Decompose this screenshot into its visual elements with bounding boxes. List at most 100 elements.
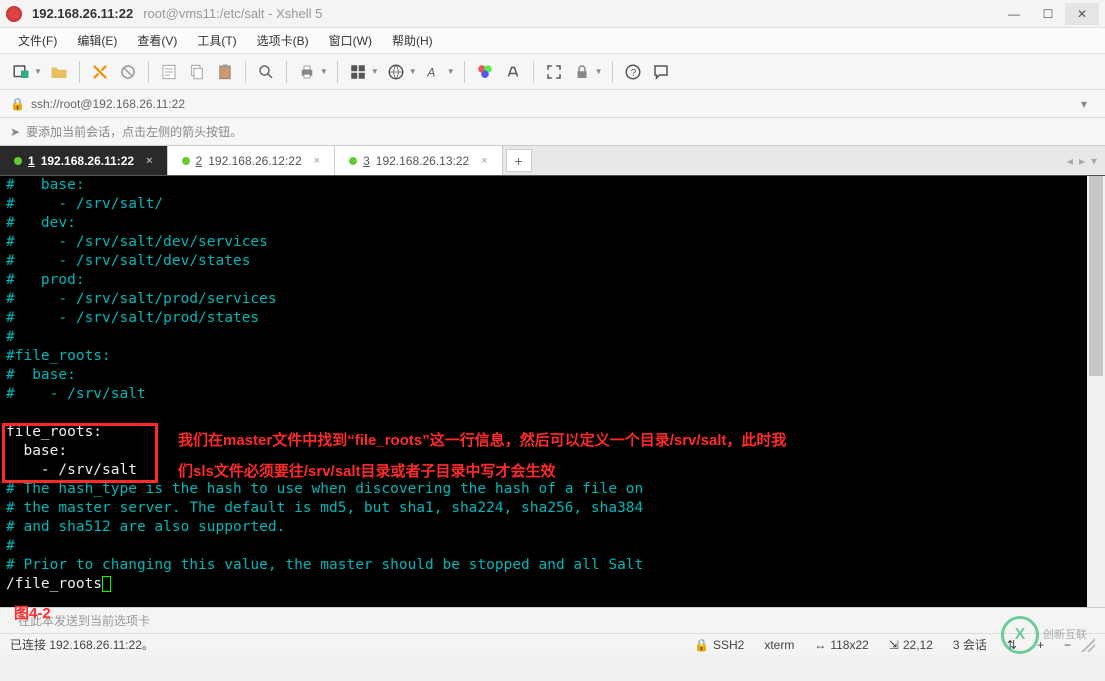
terminal-panel[interactable]: # base:# - /srv/salt/# dev:# - /srv/salt…: [0, 176, 1105, 607]
color-scheme-icon[interactable]: [474, 61, 496, 83]
address-text[interactable]: ssh://root@192.168.26.11:22: [31, 97, 1073, 111]
highlight-icon[interactable]: [502, 61, 524, 83]
terminal-line: # The hash_type is the hash to use when …: [6, 480, 1099, 499]
menu-view[interactable]: 查看(V): [129, 29, 185, 52]
menu-window[interactable]: 窗口(W): [321, 29, 380, 52]
lock-icon[interactable]: [571, 61, 593, 83]
separator: [533, 61, 534, 83]
tab-next-icon[interactable]: ▸: [1079, 154, 1085, 168]
add-tab-button[interactable]: +: [506, 149, 532, 172]
status-dot-icon: [14, 157, 22, 165]
menu-edit[interactable]: 编辑(E): [69, 29, 125, 52]
tab-1[interactable]: 1 192.168.26.11:22 ×: [0, 146, 168, 175]
terminal-line: # - /srv/salt: [6, 385, 1099, 404]
terminal-line: # - /srv/salt/dev/states: [6, 252, 1099, 271]
status-size: ↔118x22: [814, 638, 868, 652]
tab-close-icon[interactable]: ×: [481, 155, 487, 167]
properties-icon[interactable]: [158, 61, 180, 83]
separator: [148, 61, 149, 83]
status-dot-icon: [182, 157, 190, 165]
terminal-search-line: /file_roots: [6, 575, 1099, 594]
separator: [464, 61, 465, 83]
separator: [612, 61, 613, 83]
tab-label: 192.168.26.12:22: [208, 154, 301, 168]
menu-tabs[interactable]: 选项卡(B): [249, 29, 317, 52]
feedback-icon[interactable]: [650, 61, 672, 83]
minimize-button[interactable]: —: [997, 3, 1031, 25]
terminal-scrollbar[interactable]: [1087, 176, 1105, 607]
lock-tiny-icon: 🔒: [694, 638, 709, 652]
help-icon[interactable]: ?: [622, 61, 644, 83]
tab-nav: ◂ ▸ ▾: [1059, 146, 1105, 175]
terminal-line: # - /srv/salt/dev/services: [6, 233, 1099, 252]
status-protocol: 🔒SSH2: [694, 638, 744, 652]
svg-text:A: A: [426, 65, 435, 79]
figure-label: 图4-2: [14, 602, 51, 623]
status-term-type: xterm: [764, 638, 794, 652]
status-cursor: ⇲22,12: [889, 638, 933, 652]
terminal-line: # prod:: [6, 271, 1099, 290]
tab-bar: 1 192.168.26.11:22 × 2 192.168.26.12:22 …: [0, 146, 1105, 176]
annotation-line-1: 我们在master文件中找到“file_roots”这一行信息，然后可以定义一个…: [178, 431, 786, 450]
address-bar: 🔒 ssh://root@192.168.26.11:22 ▾: [0, 90, 1105, 118]
font-icon[interactable]: A: [423, 61, 445, 83]
terminal-line: # dev:: [6, 214, 1099, 233]
menu-file[interactable]: 文件(F): [10, 29, 65, 52]
tab-3[interactable]: 3 192.168.26.13:22 ×: [335, 146, 503, 175]
status-sessions: 3 会话: [953, 636, 987, 653]
tab-menu-icon[interactable]: ▾: [1091, 154, 1097, 168]
window-title-sub: root@vms11:/etc/salt - Xshell 5: [143, 6, 322, 21]
encoding-icon[interactable]: [385, 61, 407, 83]
close-button[interactable]: ✕: [1065, 3, 1099, 25]
copy-icon[interactable]: [186, 61, 208, 83]
terminal-line: # Prior to changing this value, the mast…: [6, 556, 1099, 575]
tab-number: 3: [363, 154, 370, 168]
terminal-line: [6, 404, 1099, 423]
maximize-button[interactable]: ☐: [1031, 3, 1065, 25]
watermark: X 创新互联: [1001, 613, 1101, 657]
print-icon[interactable]: [296, 61, 318, 83]
tab-prev-icon[interactable]: ◂: [1067, 154, 1073, 168]
terminal-line: # base:: [6, 176, 1099, 195]
terminal-line: #: [6, 537, 1099, 556]
hint-bar: ➤ 要添加当前会话，点击左侧的箭头按钮。: [0, 118, 1105, 146]
tab-2[interactable]: 2 192.168.26.12:22 ×: [168, 146, 336, 175]
tab-label: 192.168.26.13:22: [376, 154, 469, 168]
menu-help[interactable]: 帮助(H): [384, 29, 441, 52]
tab-close-icon[interactable]: ×: [314, 155, 320, 167]
open-folder-icon[interactable]: [48, 61, 70, 83]
find-icon[interactable]: [255, 61, 277, 83]
status-connection: 已连接 192.168.26.11:22。: [10, 636, 684, 653]
watermark-logo-icon: X: [1001, 616, 1039, 654]
tab-number: 2: [196, 154, 203, 168]
compose-bar[interactable]: 图4-2 在此本发送到当前选项卡: [0, 607, 1105, 633]
separator: [286, 61, 287, 83]
cursor-pos-icon: ⇲: [889, 638, 899, 652]
menu-tools[interactable]: 工具(T): [189, 29, 244, 52]
terminal-line: # - /srv/salt/prod/states: [6, 309, 1099, 328]
separator: [79, 61, 80, 83]
address-dropdown[interactable]: ▾: [1073, 95, 1095, 113]
annotation-line-2: 们sls文件必须要往/srv/salt目录或者子目录中写才会生效: [178, 462, 556, 481]
terminal-line: # base:: [6, 366, 1099, 385]
window-title-main: 192.168.26.11:22: [32, 6, 133, 21]
resize-icon: ↔: [814, 638, 826, 652]
layout-icon[interactable]: [347, 61, 369, 83]
terminal-line: #: [6, 328, 1099, 347]
tab-label: 192.168.26.11:22: [41, 154, 134, 168]
new-session-icon[interactable]: [10, 61, 32, 83]
reconnect-icon[interactable]: [89, 61, 111, 83]
paste-icon[interactable]: [214, 61, 236, 83]
terminal-line: # - /srv/salt/prod/services: [6, 290, 1099, 309]
watermark-text: 创新互联: [1043, 629, 1087, 641]
disconnect-icon[interactable]: [117, 61, 139, 83]
fullscreen-icon[interactable]: [543, 61, 565, 83]
tab-close-icon[interactable]: ×: [146, 155, 152, 167]
menu-bar: 文件(F) 编辑(E) 查看(V) 工具(T) 选项卡(B) 窗口(W) 帮助(…: [0, 28, 1105, 54]
hint-text: 要添加当前会话，点击左侧的箭头按钮。: [26, 123, 242, 140]
status-dot-icon: [349, 157, 357, 165]
scrollbar-thumb[interactable]: [1089, 176, 1103, 376]
title-bar: 192.168.26.11:22 root@vms11:/etc/salt - …: [0, 0, 1105, 28]
svg-text:?: ?: [630, 67, 636, 78]
bulb-icon: ➤: [10, 125, 20, 139]
